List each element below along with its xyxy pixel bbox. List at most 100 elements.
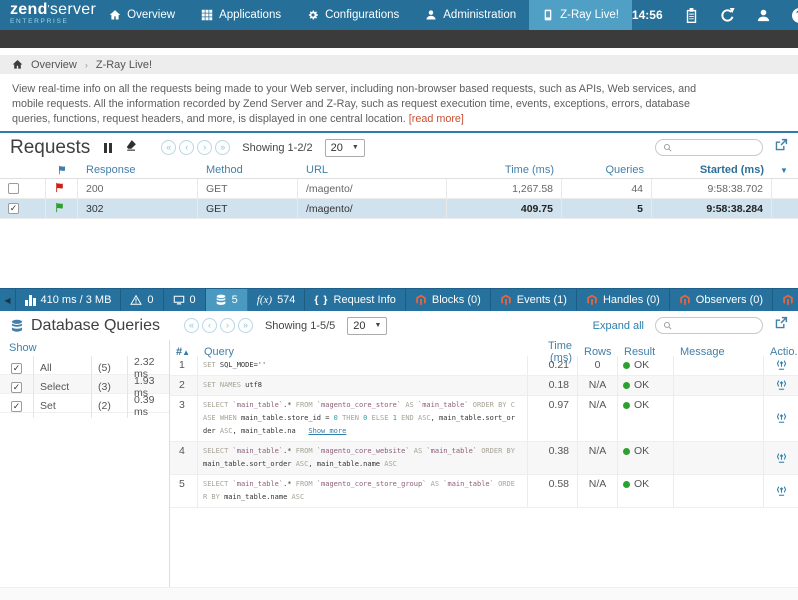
user-icon[interactable] [756, 8, 771, 23]
queries-search-input[interactable] [676, 320, 755, 331]
flag-column-header[interactable] [46, 165, 78, 175]
started-column-header[interactable]: Started (ms) [692, 164, 772, 176]
zray-tab-observers-0[interactable]: Observers (0) [670, 289, 773, 311]
queries-body: Show All(5)2.32 msSelect(3)1.93 msSet(2)… [0, 340, 798, 587]
sql-token: `magento_core_website` [317, 447, 410, 455]
refresh-icon[interactable] [720, 8, 735, 23]
query-row[interactable]: 1SET SQL_MODE=''0.210OK [170, 356, 798, 376]
zray-tab-label: Request Info [334, 294, 396, 306]
chevron-down-icon: ▼ [352, 144, 359, 151]
filter-checkbox[interactable] [11, 401, 22, 412]
requests-page-size-select[interactable]: 20▼ [325, 139, 365, 157]
expand-all-link[interactable]: Expand all [593, 320, 644, 332]
requests-next-page-button[interactable]: › [197, 140, 212, 155]
sql-token: main_table.sort_order [203, 460, 296, 468]
nav-item-overview[interactable]: Overview [96, 0, 188, 30]
zray-tab-request-info[interactable]: { }Request Info [305, 289, 405, 311]
requests-export-button[interactable] [774, 138, 788, 157]
filter-checkbox[interactable] [11, 382, 22, 393]
query-message [674, 356, 764, 375]
zray-tab-5[interactable]: 5 [206, 289, 248, 311]
magento-icon [415, 294, 427, 306]
query-rows-count: N/A [578, 475, 618, 507]
clipboard-icon[interactable] [684, 8, 699, 23]
response-column-header[interactable]: Response [78, 164, 198, 176]
read-more-link[interactable]: [read more] [409, 113, 464, 125]
request-row-checkbox[interactable] [8, 203, 19, 214]
show-more-link[interactable]: Show more [308, 427, 346, 435]
zray-tab-410-ms-3-mb[interactable]: 410 ms / 3 MB [15, 289, 121, 311]
zray-tab-handles-0[interactable]: Handles (0) [577, 289, 670, 311]
query-backtrace-button[interactable] [764, 356, 798, 375]
query-backtrace-button[interactable] [764, 442, 798, 474]
zray-tab-0[interactable]: 0 [121, 289, 163, 311]
query-time: 0.58 [528, 475, 578, 507]
home-icon[interactable] [12, 59, 23, 70]
query-row[interactable]: 2SET NAMES utf80.18N/AOK [170, 376, 798, 396]
nav-item-applications[interactable]: Applications [188, 0, 294, 30]
requests-prev-page-button[interactable]: ‹ [179, 140, 194, 155]
nav-item-z-ray-live[interactable]: Z-Ray Live! [529, 0, 632, 30]
requests-header: Requests «‹›» Showing 1-2/2 20▼ [0, 133, 798, 162]
scroll-left-icon[interactable]: ◀ [0, 289, 15, 311]
query-backtrace-button[interactable] [764, 376, 798, 395]
zray-tab-label: 410 ms / 3 MB [41, 294, 112, 306]
queries-first-page-button[interactable]: « [184, 318, 199, 333]
clear-requests-button[interactable] [124, 139, 137, 157]
queries-next-page-button[interactable]: › [220, 318, 235, 333]
query-row[interactable]: 4SELECT `main_table`.* FROM `magento_cor… [170, 442, 798, 475]
filter-checkbox[interactable] [11, 363, 22, 374]
nav-item-administration[interactable]: Administration [412, 0, 529, 30]
method-cell: GET [198, 179, 298, 198]
logo-edition: ENTERPRISE [10, 17, 96, 26]
sql-token: R BY [203, 493, 224, 501]
logo-server: server [50, 1, 96, 18]
queries-table: #▲ Query Time (ms) Rows Result Message A… [170, 340, 798, 587]
filter-row-all[interactable]: All(5)2.32 ms [0, 356, 169, 375]
queries-export-button[interactable] [774, 316, 788, 335]
queries-page-size-select[interactable]: 20▼ [347, 317, 387, 335]
query-rows-count: 0 [578, 356, 618, 375]
sql-token: , main_table.na [233, 427, 296, 435]
zray-tab-overview-0[interactable]: Overview (0) [773, 289, 798, 311]
request-row[interactable]: 302GET/magento/409.7559:58:38.284 [0, 199, 798, 219]
query-number: 1 [170, 356, 198, 375]
sql-token: , main_table.sort_or [431, 414, 515, 422]
database-queries-panel: Database Queries «‹›» Showing 1-5/5 20▼ … [0, 311, 798, 587]
query-row[interactable]: 5SELECT `main_table`.* FROM `magento_cor… [170, 475, 798, 508]
zend-server-logo[interactable]: zend'server ENTERPRISE [0, 0, 96, 30]
result-label: OK [634, 399, 649, 411]
zray-tab-0[interactable]: 0 [164, 289, 206, 311]
queries-prev-page-button[interactable]: ‹ [202, 318, 217, 333]
filter-count: (2) [92, 394, 128, 418]
help-icon[interactable]: ? [792, 8, 798, 23]
queries-column-header[interactable]: Queries [597, 164, 652, 176]
request-row[interactable]: 200GET/magento/1,267.58449:58:38.702 [0, 179, 798, 199]
requests-search-input[interactable] [676, 142, 755, 153]
queries-last-page-button[interactable]: » [238, 318, 253, 333]
requests-showing-label: Showing 1-2/2 [242, 142, 312, 154]
query-backtrace-button[interactable] [764, 475, 798, 507]
requests-last-page-button[interactable]: » [215, 140, 230, 155]
row-end-spacer [772, 179, 798, 198]
nav-item-configurations[interactable]: Configurations [294, 0, 412, 30]
url-column-header[interactable]: URL [298, 164, 447, 176]
filter-row-select[interactable]: Select(3)1.93 ms [0, 375, 169, 394]
started-cell: 9:58:38.284 [652, 199, 772, 218]
breadcrumb-zray-live[interactable]: Z-Ray Live! [96, 59, 152, 71]
search-icon [663, 321, 672, 330]
breadcrumb-overview[interactable]: Overview [31, 59, 77, 71]
query-backtrace-button[interactable] [764, 396, 798, 441]
zray-tab-events-1[interactable]: Events (1) [491, 289, 577, 311]
zray-tab-blocks-0[interactable]: Blocks (0) [406, 289, 491, 311]
requests-first-page-button[interactable]: « [161, 140, 176, 155]
query-row[interactable]: 3SELECT `main_table`.* FROM `magento_cor… [170, 396, 798, 442]
filter-row-set[interactable]: Set(2)0.39 ms [0, 394, 169, 413]
time-column-header[interactable]: Time (ms) [497, 164, 562, 176]
sql-token [296, 427, 309, 435]
request-row-checkbox[interactable] [8, 183, 19, 194]
zray-tab-574[interactable]: f(x)574 [248, 289, 306, 311]
pause-button[interactable] [104, 143, 112, 153]
method-column-header[interactable]: Method [198, 164, 298, 176]
sql-token: `main_table` [418, 401, 469, 409]
